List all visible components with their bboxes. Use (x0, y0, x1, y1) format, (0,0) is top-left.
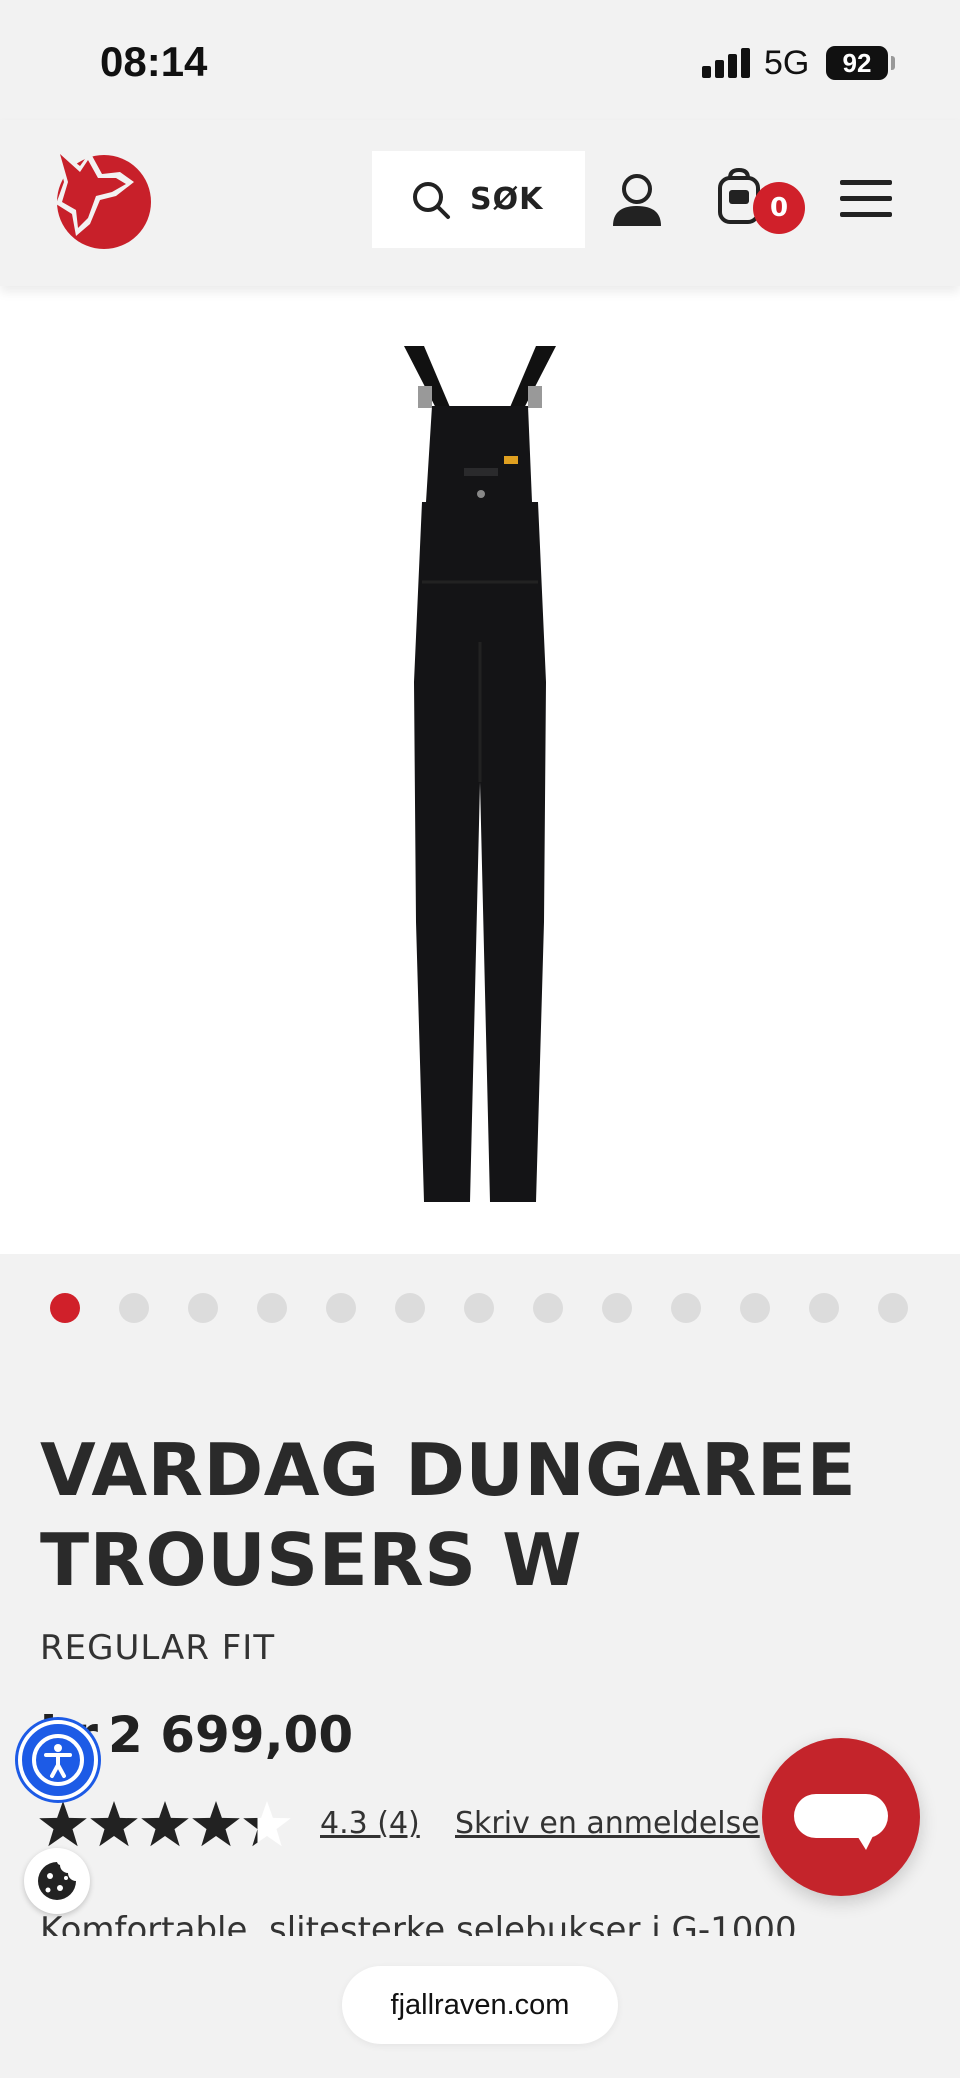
rating-count-link[interactable]: 4.3 (4) (320, 1806, 420, 1841)
rating-stars[interactable] (38, 1798, 298, 1852)
url-bar[interactable]: fjallraven.com (342, 1966, 618, 2044)
product-page: 08:14 5G 92 SØK 0 VARDAG DUNGAREE TROUSE… (0, 0, 960, 2078)
carousel-dot[interactable] (188, 1293, 218, 1323)
search-button[interactable]: SØK (372, 151, 585, 248)
carousel-dot[interactable] (878, 1293, 908, 1323)
status-time: 08:14 (100, 38, 208, 85)
cart-button[interactable]: 0 (716, 168, 808, 238)
cookie-icon (38, 1862, 76, 1900)
star-icon (243, 1801, 291, 1847)
search-icon (413, 181, 450, 219)
carousel-dot[interactable] (464, 1293, 494, 1323)
product-image[interactable] (0, 286, 960, 1254)
cart-count-badge: 0 (753, 182, 805, 234)
write-review-link[interactable]: Skriv en anmeldelse (455, 1806, 760, 1841)
carousel-dots (50, 1293, 920, 1323)
accessibility-button[interactable] (18, 1720, 98, 1800)
carousel-dot[interactable] (533, 1293, 563, 1323)
star-icon (141, 1801, 189, 1847)
chat-bubble-icon (794, 1794, 888, 1850)
product-title-line1: VARDAG DUNGAREE (40, 1428, 857, 1512)
carousel-dot[interactable] (671, 1293, 701, 1323)
search-label: SØK (470, 182, 544, 217)
carousel-dot[interactable] (602, 1293, 632, 1323)
star-icon (39, 1801, 87, 1847)
star-icon (192, 1801, 240, 1847)
network-label: 5G (764, 44, 810, 82)
product-title: VARDAG DUNGAREE TROUSERS W (40, 1425, 920, 1605)
product-title-line2: TROUSERS W (40, 1518, 583, 1602)
battery-icon: 92 (826, 46, 888, 80)
carousel-dot[interactable] (326, 1293, 356, 1323)
star-icon (90, 1801, 138, 1847)
hamburger-menu-icon[interactable] (840, 178, 892, 220)
product-price: 2 699,00 (108, 1706, 354, 1764)
battery-tip (891, 56, 895, 70)
signal-icon (702, 46, 750, 78)
carousel-dot[interactable] (740, 1293, 770, 1323)
cookie-settings-button[interactable] (24, 1848, 90, 1914)
carousel-dot[interactable] (257, 1293, 287, 1323)
chat-button[interactable] (762, 1738, 920, 1896)
accessibility-icon (32, 1734, 84, 1786)
carousel-dot[interactable] (395, 1293, 425, 1323)
product-description: Komfortable, slitesterke selebukser i G-… (40, 1910, 797, 1936)
site-header: SØK 0 (0, 120, 960, 286)
fox-logo-icon[interactable] (50, 144, 154, 252)
status-bar: 08:14 5G 92 (0, 0, 960, 120)
fit-label: REGULAR FIT (40, 1628, 276, 1668)
carousel-dot[interactable] (50, 1293, 80, 1323)
dungaree-illustration (404, 346, 556, 1202)
carousel-dot[interactable] (119, 1293, 149, 1323)
account-icon[interactable] (610, 172, 664, 228)
carousel-dot[interactable] (809, 1293, 839, 1323)
